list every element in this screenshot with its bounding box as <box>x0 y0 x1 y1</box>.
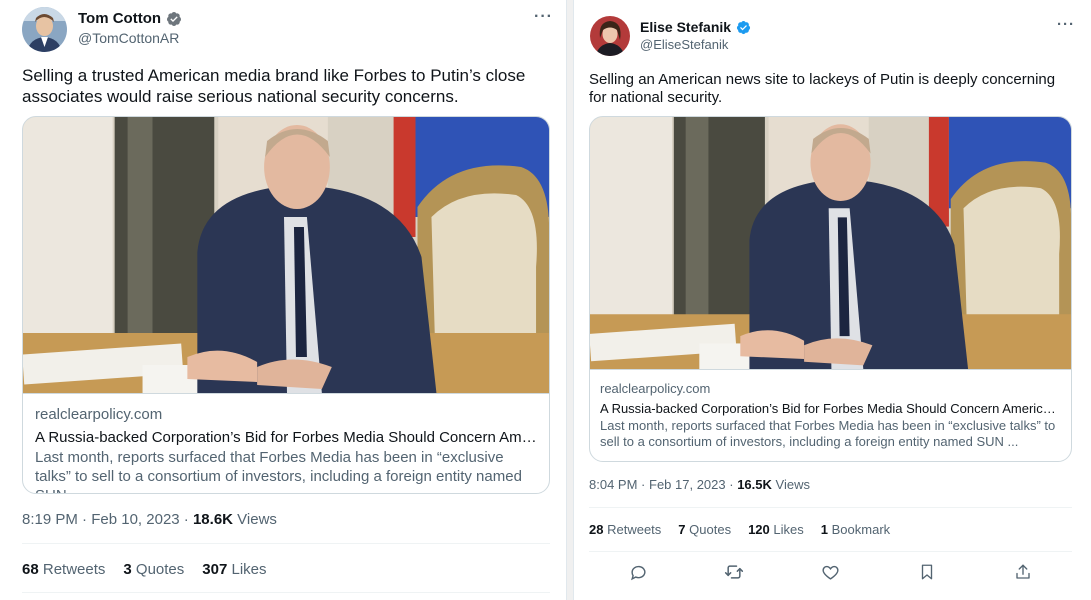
bookmarks-label: Bookmark <box>831 522 891 537</box>
likes-label: Likes <box>231 561 267 578</box>
quotes-count: 3 <box>123 561 132 578</box>
reply-icon[interactable] <box>627 561 649 583</box>
divider-line <box>22 543 550 544</box>
quotes-count: 7 <box>678 522 686 537</box>
tweet-text: Selling a trusted American media brand l… <box>22 66 526 106</box>
tweet-stats: 68 Retweets 3 Quotes 307 Likes <box>22 561 267 578</box>
tweet-stats: 28 Retweets 7 Quotes 120 Likes 1 Bookmar… <box>589 522 890 537</box>
tweet-time[interactable]: 8:04 PM <box>589 477 637 492</box>
retweets-label: Retweets <box>607 522 662 537</box>
tweet-elise-stefanik: Elise Stefanik @EliseStefanik ··· Sellin… <box>574 0 1091 600</box>
author-name[interactable]: Elise Stefanik <box>640 19 731 35</box>
card-description: Last month, reports surfaced that Forbes… <box>35 449 522 493</box>
link-card[interactable]: realclearpolicy.com A Russia-backed Corp… <box>589 116 1072 462</box>
author-handle[interactable]: @TomCottonAR <box>78 30 179 46</box>
views-count: 18.6K <box>192 511 233 528</box>
views-label: Views <box>237 511 277 528</box>
author-name-row: Elise Stefanik <box>640 19 751 35</box>
card-title: A Russia-backed Corporation’s Bid for Fo… <box>35 429 537 446</box>
share-icon[interactable] <box>1012 561 1034 583</box>
divider-line <box>22 592 550 593</box>
views-count: 16.5K <box>737 477 772 492</box>
verified-badge-icon <box>166 11 182 27</box>
retweets-label: Retweets <box>42 561 106 578</box>
author-name-row: Tom Cotton <box>78 10 182 27</box>
card-title: A Russia-backed Corporation’s Bid for Fo… <box>600 401 1061 416</box>
tweet-meta: 8:19 PM · Feb 10, 2023 · 18.6K Views <box>22 511 277 528</box>
divider-line <box>589 507 1072 508</box>
likes-stat[interactable]: 307 Likes <box>202 561 266 578</box>
more-horizontal-icon[interactable]: ··· <box>534 8 553 26</box>
tweet-meta: 8:04 PM · Feb 17, 2023 · 16.5K Views <box>589 477 810 492</box>
tweet-date[interactable]: Feb 17, 2023 <box>649 477 726 492</box>
author-handle[interactable]: @EliseStefanik <box>640 37 728 52</box>
retweets-count: 28 <box>589 522 604 537</box>
bookmarks-stat[interactable]: 1 Bookmark <box>821 522 890 537</box>
tweet-tom-cotton: Tom Cotton @TomCottonAR ··· Selling a tr… <box>0 0 566 600</box>
more-horizontal-icon[interactable]: ··· <box>1057 16 1075 33</box>
tweet-actions <box>627 561 1034 583</box>
retweets-stat[interactable]: 68 Retweets <box>22 561 105 578</box>
link-card[interactable]: realclearpolicy.com A Russia-backed Corp… <box>22 116 550 494</box>
bookmarks-count: 1 <box>820 522 828 537</box>
retweets-stat[interactable]: 28 Retweets <box>589 522 661 537</box>
tweet-date[interactable]: Feb 10, 2023 <box>91 511 179 528</box>
retweets-count: 68 <box>22 561 39 578</box>
quotes-stat[interactable]: 7 Quotes <box>678 522 731 537</box>
views-label: Views <box>775 477 810 492</box>
tweet-time[interactable]: 8:19 PM <box>22 511 78 528</box>
verified-badge-icon <box>736 20 751 35</box>
quotes-stat[interactable]: 3 Quotes <box>123 561 184 578</box>
card-domain: realclearpolicy.com <box>35 406 163 423</box>
card-image <box>23 117 549 393</box>
tweet-text: Selling an American news site to lackeys… <box>589 71 1056 107</box>
author-name[interactable]: Tom Cotton <box>78 10 161 27</box>
likes-count: 120 <box>748 522 770 537</box>
bookmark-icon[interactable] <box>916 561 938 583</box>
quotes-label: Quotes <box>135 561 185 578</box>
card-body: realclearpolicy.com A Russia-backed Corp… <box>23 393 549 493</box>
likes-stat[interactable]: 120 Likes <box>748 522 804 537</box>
quotes-label: Quotes <box>689 522 732 537</box>
avatar[interactable] <box>22 7 67 52</box>
card-description: Last month, reports surfaced that Forbes… <box>600 418 1056 450</box>
card-domain: realclearpolicy.com <box>600 381 711 396</box>
retweet-icon[interactable] <box>723 561 745 583</box>
likes-count: 307 <box>202 561 228 578</box>
panel-divider <box>566 0 574 600</box>
divider-line <box>589 551 1072 552</box>
avatar[interactable] <box>590 16 630 56</box>
likes-label: Likes <box>773 522 804 537</box>
card-body: realclearpolicy.com A Russia-backed Corp… <box>590 369 1071 461</box>
card-image <box>590 117 1071 369</box>
like-icon[interactable] <box>820 561 842 583</box>
